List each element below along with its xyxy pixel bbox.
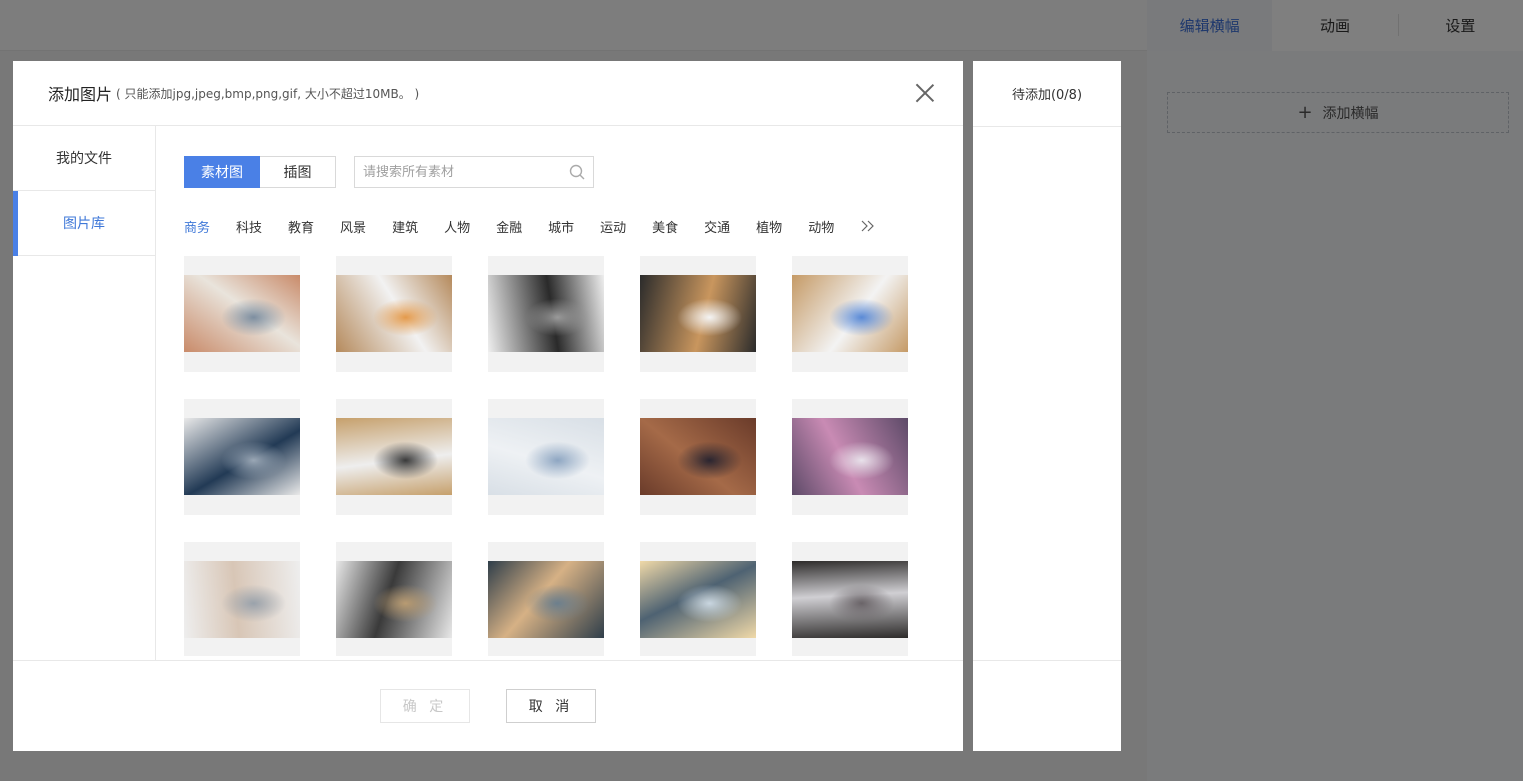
laptop-desk-photo	[184, 275, 300, 352]
category-tab[interactable]: 教育	[288, 217, 314, 236]
dialog-header: 添加图片 ( 只能添加jpg,jpeg,bmp,png,gif, 大小不超过10…	[13, 61, 963, 126]
woman-laptop-photo	[640, 418, 756, 495]
image-thumbnail[interactable]	[488, 399, 604, 515]
type-toggle: 素材图 插图	[184, 156, 336, 188]
meeting-sunlight-photo	[640, 561, 756, 638]
charts-desk-photo	[336, 275, 452, 352]
image-thumbnail[interactable]	[792, 256, 908, 372]
category-tab[interactable]: 植物	[756, 217, 782, 236]
search-input[interactable]	[355, 157, 555, 187]
toggle-illustration[interactable]: 插图	[260, 156, 336, 188]
category-tab[interactable]: 风景	[340, 217, 366, 236]
dialog-title: 添加图片	[48, 85, 113, 104]
cancel-button[interactable]: 取 消	[506, 689, 596, 723]
pending-panel-footer	[973, 660, 1121, 751]
category-tab[interactable]: 人物	[444, 217, 470, 236]
category-tab[interactable]: 动物	[808, 217, 834, 236]
image-thumbnail[interactable]	[640, 542, 756, 656]
image-thumbnail[interactable]	[488, 256, 604, 372]
image-thumbnail[interactable]	[488, 542, 604, 656]
dialog-hint: ( 只能添加jpg,jpeg,bmp,png,gif, 大小不超过10MB。 )	[116, 86, 420, 101]
library-content: 素材图 插图 商务 科技 教育 风景 建筑 人物 金融 城市 运动 美食 交通 植物 动物	[184, 126, 944, 660]
category-bar: 商务 科技 教育 风景 建筑 人物 金融 城市 运动 美食 交通 植物 动物	[184, 216, 876, 236]
toggle-stock-photo[interactable]: 素材图	[184, 156, 260, 188]
category-tab[interactable]: 城市	[548, 217, 574, 236]
search-icon[interactable]	[569, 164, 585, 180]
confirm-button[interactable]: 确 定	[380, 689, 470, 723]
category-tab[interactable]: 运动	[600, 217, 626, 236]
image-thumbnail[interactable]	[640, 256, 756, 372]
handshake-photo	[488, 561, 604, 638]
dialog-body: 我的文件 图片库 素材图 插图 商务 科技 教育 风景 建筑 人物 金融 城市 运动 美食 交通 植物…	[13, 126, 963, 660]
business-meeting-photo	[792, 561, 908, 638]
close-icon[interactable]	[915, 83, 935, 103]
category-tab[interactable]: 科技	[236, 217, 262, 236]
add-image-dialog: 添加图片 ( 只能添加jpg,jpeg,bmp,png,gif, 大小不超过10…	[13, 61, 963, 751]
search-box	[354, 156, 594, 188]
image-thumbnail[interactable]	[184, 256, 300, 372]
chart-paper-photo	[792, 275, 908, 352]
category-tab[interactable]: 交通	[704, 217, 730, 236]
imac-desk-photo	[640, 275, 756, 352]
image-thumbnail[interactable]	[336, 542, 452, 656]
image-thumbnail[interactable]	[336, 256, 452, 372]
category-tab[interactable]: 金融	[496, 217, 522, 236]
image-thumbnail[interactable]	[792, 399, 908, 515]
laptop-graphs-photo	[336, 418, 452, 495]
category-tab[interactable]: 建筑	[392, 217, 418, 236]
meeting-laptop-photo	[488, 418, 604, 495]
source-nav: 我的文件 图片库	[13, 126, 156, 660]
image-thumbnail[interactable]	[336, 399, 452, 515]
tablet-desk-photo	[488, 275, 604, 352]
image-thumbnail[interactable]	[184, 399, 300, 515]
double-chevron-right-icon[interactable]	[860, 219, 876, 233]
image-thumbnail[interactable]	[792, 542, 908, 656]
nav-item-my-files[interactable]: 我的文件	[13, 126, 155, 191]
pending-count: 待添加(0/8)	[973, 61, 1121, 127]
category-tab[interactable]: 美食	[652, 217, 678, 236]
people-laptop-photo	[792, 418, 908, 495]
chess-desk-photo	[336, 561, 452, 638]
image-thumbnail[interactable]	[184, 542, 300, 656]
signing-paper-photo	[184, 561, 300, 638]
nav-item-image-library[interactable]: 图片库	[13, 191, 155, 256]
dialog-footer: 确 定 取 消	[13, 660, 963, 751]
category-tab[interactable]: 商务	[184, 217, 210, 236]
image-thumbnail[interactable]	[640, 399, 756, 515]
pending-queue-panel: 待添加(0/8)	[973, 61, 1121, 751]
image-grid	[184, 256, 924, 656]
laptop-office-photo	[184, 418, 300, 495]
